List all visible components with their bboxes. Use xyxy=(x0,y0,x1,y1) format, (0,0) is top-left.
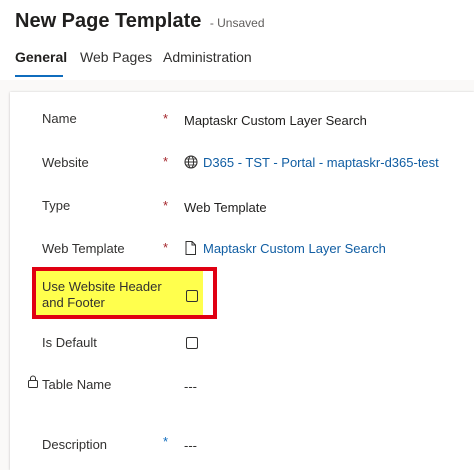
description-recommended-marker: * xyxy=(163,434,169,449)
globe-icon xyxy=(184,155,198,169)
name-label: Name xyxy=(42,111,77,126)
website-link[interactable]: D365 - TST - Portal - maptaskr-d365-test xyxy=(203,155,439,170)
name-field[interactable]: Maptaskr Custom Layer Search xyxy=(184,113,367,128)
website-label: Website xyxy=(42,155,89,170)
tab-general[interactable]: General xyxy=(15,49,67,77)
table-name-label: Table Name xyxy=(42,377,112,392)
form-header: New Page Template - Unsaved General Web … xyxy=(0,0,474,80)
name-required-marker: * xyxy=(163,111,169,126)
web-template-label: Web Template xyxy=(42,241,125,256)
web-template-link[interactable]: Maptaskr Custom Layer Search xyxy=(203,241,386,256)
website-required-marker: * xyxy=(163,154,169,169)
type-label: Type xyxy=(42,198,71,213)
web-template-required-marker: * xyxy=(163,240,169,255)
is-default-label: Is Default xyxy=(42,335,97,350)
description-label: Description xyxy=(42,437,108,452)
lock-icon xyxy=(28,375,38,388)
description-field[interactable]: --- xyxy=(184,438,197,453)
title-row: New Page Template - Unsaved xyxy=(15,10,265,33)
page-title: New Page Template xyxy=(15,10,202,32)
is-default-checkbox[interactable] xyxy=(186,337,198,349)
use-header-footer-checkbox[interactable] xyxy=(186,290,198,302)
use-header-footer-label-line1: Use Website Header xyxy=(42,279,162,294)
type-required-marker: * xyxy=(163,198,169,213)
type-field[interactable]: Web Template xyxy=(184,200,267,215)
use-header-footer-label-line2: and Footer xyxy=(42,295,105,310)
tab-web-pages[interactable]: Web Pages xyxy=(80,49,152,77)
save-status: - Unsaved xyxy=(209,16,265,30)
tab-administration[interactable]: Administration xyxy=(163,49,252,77)
document-icon xyxy=(185,241,196,255)
use-header-footer-label: Use Website Header and Footer xyxy=(42,279,162,311)
table-name-value: --- xyxy=(184,379,197,394)
